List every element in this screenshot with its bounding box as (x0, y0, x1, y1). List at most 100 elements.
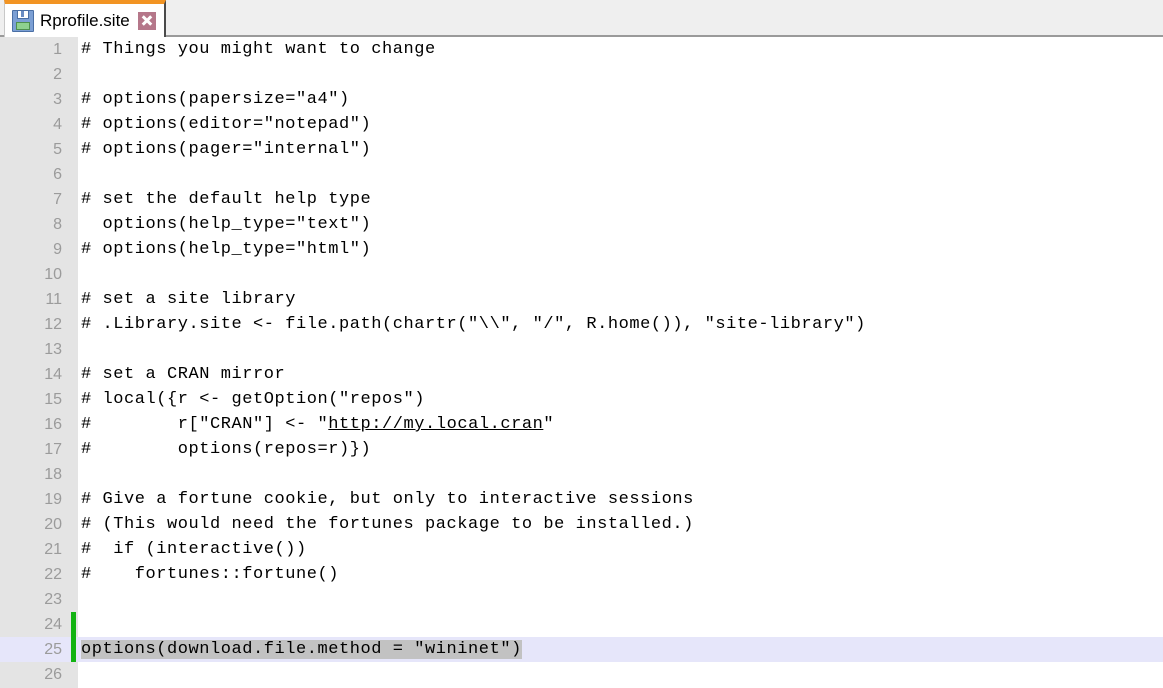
code-line[interactable]: 24 (0, 612, 1163, 637)
code-text[interactable]: options(help_type="text") (77, 212, 1163, 237)
code-line[interactable]: 26 (0, 662, 1163, 687)
code-text[interactable]: # options(repos=r)}) (77, 437, 1163, 462)
line-number: 6 (53, 165, 62, 183)
code-text[interactable]: # options(pager="internal") (77, 137, 1163, 162)
change-marker-slot (70, 562, 77, 587)
code-text[interactable] (77, 612, 1163, 637)
code-text[interactable]: # (This would need the fortunes package … (77, 512, 1163, 537)
code-line[interactable]: 11 # set a site library (0, 287, 1163, 312)
change-marker-slot (70, 287, 77, 312)
code-text[interactable]: # Things you might want to change (77, 37, 1163, 62)
code-text[interactable]: # if (interactive()) (77, 537, 1163, 562)
code-line[interactable]: 6 (0, 162, 1163, 187)
tab-title: Rprofile.site (40, 10, 130, 30)
code-line[interactable]: 17 # options(repos=r)}) (0, 437, 1163, 462)
change-marker-slot (70, 412, 77, 437)
line-number: 9 (53, 240, 62, 258)
tab-rprofile-site[interactable]: Rprofile.site (4, 0, 166, 37)
line-number: 13 (44, 340, 62, 358)
line-number: 3 (53, 90, 62, 108)
close-x-icon[interactable] (137, 11, 156, 30)
code-line[interactable]: 13 (0, 337, 1163, 362)
line-number: 26 (44, 665, 62, 683)
code-text[interactable]: # set the default help type (77, 187, 1163, 212)
code-text[interactable]: # r["CRAN"] <- "http://my.local.cran" (77, 412, 1163, 437)
change-marker-slot (70, 87, 77, 112)
code-text[interactable]: # options(papersize="a4") (77, 87, 1163, 112)
code-text[interactable]: # Give a fortune cookie, but only to int… (77, 487, 1163, 512)
change-marker-slot (70, 462, 77, 487)
code-line[interactable]: 4 # options(editor="notepad") (0, 112, 1163, 137)
code-text[interactable] (77, 462, 1163, 487)
change-marker-slot (70, 187, 77, 212)
code-line[interactable]: 5 # options(pager="internal") (0, 137, 1163, 162)
code-text[interactable] (77, 162, 1163, 187)
code-line[interactable]: 22 # fortunes::fortune() (0, 562, 1163, 587)
change-marker-slot (70, 437, 77, 462)
line-number: 25 (44, 640, 62, 658)
change-marker-slot (70, 662, 77, 687)
line-number: 14 (44, 365, 62, 383)
change-marker-slot (70, 162, 77, 187)
code-line[interactable]: 1 # Things you might want to change (0, 37, 1163, 62)
change-marker-slot (70, 112, 77, 137)
code-text[interactable]: # set a site library (77, 287, 1163, 312)
change-marker-slot (70, 237, 77, 262)
change-marker-slot (70, 537, 77, 562)
code-line[interactable]: 9 # options(help_type="html") (0, 237, 1163, 262)
code-text[interactable]: # local({r <- getOption("repos") (77, 387, 1163, 412)
code-line[interactable]: 12 # .Library.site <- file.path(chartr("\… (0, 312, 1163, 337)
code-text[interactable]: # fortunes::fortune() (77, 562, 1163, 587)
line-number: 23 (44, 590, 62, 608)
line-number: 7 (53, 190, 62, 208)
tab-bar: Rprofile.site (0, 0, 1163, 37)
change-marker-slot (70, 487, 77, 512)
code-line[interactable]: 15 # local({r <- getOption("repos") (0, 387, 1163, 412)
change-marker-slot (70, 137, 77, 162)
change-marker-slot (70, 62, 77, 87)
code-line[interactable]: 23 (0, 587, 1163, 612)
selected-text[interactable]: options(download.file.method = "wininet"… (81, 640, 522, 659)
change-marker-slot (70, 262, 77, 287)
code-text[interactable] (77, 587, 1163, 612)
change-marker-slot (70, 37, 77, 62)
line-number: 16 (44, 415, 62, 433)
code-line[interactable]: 21 # if (interactive()) (0, 537, 1163, 562)
line-number: 10 (44, 265, 62, 283)
code-editor[interactable]: 1 # Things you might want to change 2 3 # op… (0, 37, 1163, 688)
code-line[interactable]: 19 # Give a fortune cookie, but only to i… (0, 487, 1163, 512)
code-text[interactable] (77, 662, 1163, 687)
line-number: 15 (44, 390, 62, 408)
code-line[interactable]: 7 # set the default help type (0, 187, 1163, 212)
code-text[interactable]: # .Library.site <- file.path(chartr("\\"… (77, 312, 1163, 337)
code-text[interactable]: # options(help_type="html") (77, 237, 1163, 262)
code-text[interactable] (77, 62, 1163, 87)
code-text[interactable]: # options(editor="notepad") (77, 112, 1163, 137)
code-line[interactable]: 2 (0, 62, 1163, 87)
code-line[interactable]: 14 # set a CRAN mirror (0, 362, 1163, 387)
code-line[interactable]: 20 # (This would need the fortunes packag… (0, 512, 1163, 537)
code-line[interactable]: 25 options(download.file.method = "winine… (0, 637, 1163, 662)
floppy-disk-save-icon (12, 9, 34, 32)
cran-url-link[interactable]: http://my.local.cran (328, 415, 543, 434)
code-lines[interactable]: 1 # Things you might want to change 2 3 # op… (0, 37, 1163, 687)
change-marker-slot (70, 337, 77, 362)
code-line[interactable]: 3 # options(papersize="a4") (0, 87, 1163, 112)
code-line[interactable]: 16 # r["CRAN"] <- "http://my.local.cran" (0, 412, 1163, 437)
change-marker-icon (71, 637, 76, 662)
code-text[interactable] (77, 337, 1163, 362)
code-line[interactable]: 8 options(help_type="text") (0, 212, 1163, 237)
code-text[interactable] (77, 262, 1163, 287)
line-number: 4 (53, 115, 62, 133)
change-marker-slot (70, 587, 77, 612)
change-marker-slot (70, 362, 77, 387)
code-line[interactable]: 10 (0, 262, 1163, 287)
change-marker-slot (70, 312, 77, 337)
code-text[interactable]: # set a CRAN mirror (77, 362, 1163, 387)
code-text[interactable]: options(download.file.method = "wininet"… (77, 637, 1163, 662)
line-number: 24 (44, 615, 62, 633)
line-number: 11 (45, 290, 62, 308)
code-line[interactable]: 18 (0, 462, 1163, 487)
change-marker-slot (70, 512, 77, 537)
line-number: 22 (44, 565, 62, 583)
